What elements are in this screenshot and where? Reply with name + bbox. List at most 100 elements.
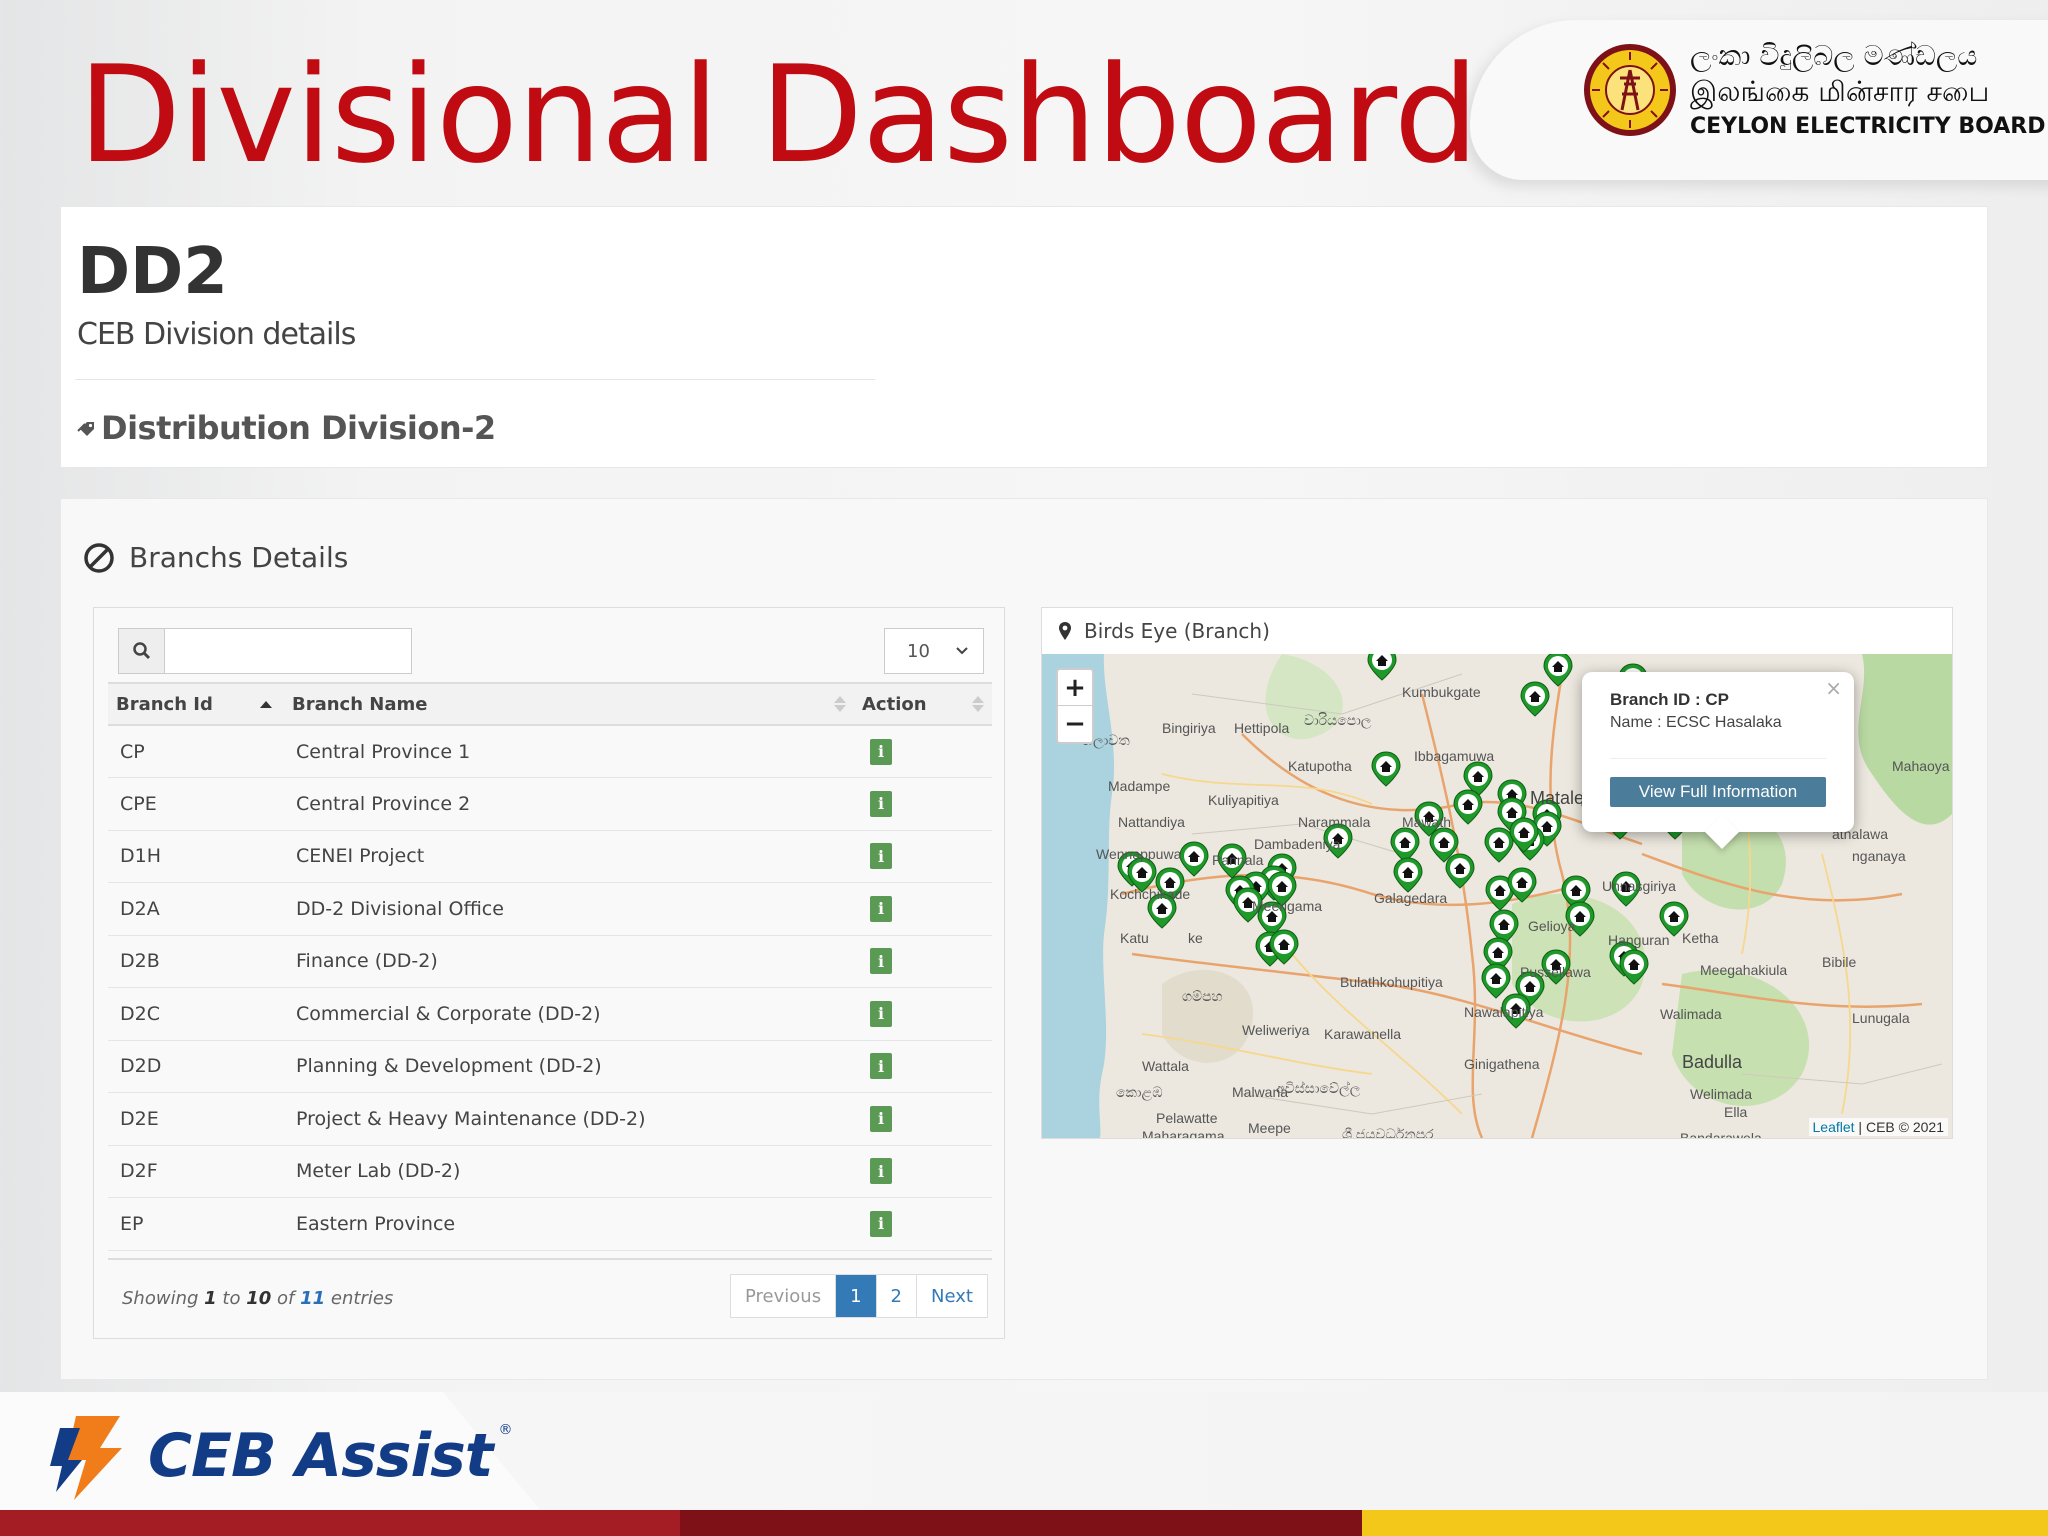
table-header-row: Branch Id Branch Name Action bbox=[108, 682, 992, 726]
info-to: 10 bbox=[246, 1288, 272, 1309]
zoom-out-button[interactable]: − bbox=[1058, 706, 1092, 742]
table-row: D2D Planning & Development (DD-2) i bbox=[108, 1040, 992, 1093]
map-place-label: Bulathkohupitiya bbox=[1340, 974, 1443, 990]
map-place-label: Ella bbox=[1724, 1104, 1748, 1120]
info-prefix: Showing bbox=[122, 1288, 199, 1309]
map-panel: Birds Eye (Branch) Kumbukgate Bingiriya … bbox=[1041, 607, 1953, 1139]
popup-branch-name: Name : ECSC Hasalaka bbox=[1610, 714, 1782, 731]
map-place-label: Bandarawela bbox=[1680, 1130, 1762, 1138]
org-name-english: CEYLON ELECTRICITY BOARD bbox=[1690, 114, 2046, 139]
popup-close-button[interactable]: × bbox=[1825, 676, 1842, 700]
table-info: Showing 1 to 10 of 11 entries bbox=[122, 1288, 393, 1309]
action-cell: i bbox=[854, 935, 992, 988]
table-row: D1H CENEI Project i bbox=[108, 830, 992, 883]
column-label: Branch Name bbox=[292, 693, 428, 715]
map-place-label: Kochchikade bbox=[1110, 886, 1191, 902]
info-button[interactable]: i bbox=[870, 790, 892, 817]
view-full-information-button[interactable]: View Full Information bbox=[1610, 777, 1826, 807]
search-input[interactable] bbox=[164, 628, 412, 674]
branch-name-cell: Meter Lab (DD-2) bbox=[284, 1145, 854, 1198]
map-place-label: Galagedara bbox=[1374, 890, 1448, 906]
column-label: Action bbox=[862, 693, 927, 715]
map-place-label: අවිස්සාවේල්ල bbox=[1276, 1080, 1361, 1096]
map-place-label: Wattala bbox=[1142, 1058, 1189, 1074]
branch-name-cell: Finance (DD-2) bbox=[284, 935, 854, 988]
map-header: Birds Eye (Branch) bbox=[1042, 608, 1952, 654]
leaflet-link[interactable]: Leaflet bbox=[1813, 1119, 1855, 1135]
column-header-branch-id[interactable]: Branch Id bbox=[108, 682, 284, 726]
action-cell: i bbox=[854, 830, 992, 883]
map-place-label: Maharagama bbox=[1142, 1128, 1225, 1138]
info-button[interactable]: i bbox=[870, 738, 892, 765]
map-place-label: Meerigama bbox=[1252, 898, 1323, 914]
page-length-select[interactable]: 10 bbox=[884, 628, 984, 674]
map-place-label: Katupotha bbox=[1288, 758, 1352, 774]
branch-id-cell: D2C bbox=[108, 987, 284, 1041]
branch-id-cell: D2F bbox=[108, 1145, 284, 1198]
next-button[interactable]: Next bbox=[917, 1275, 987, 1317]
slide-title: Divisional Dashboard bbox=[78, 37, 1479, 193]
branch-map[interactable]: Kumbukgate Bingiriya Hettipola වාරියපොල හලාව… bbox=[1042, 654, 1952, 1138]
branch-name-cell: Central Province 1 bbox=[284, 725, 854, 778]
search-group bbox=[118, 628, 412, 674]
map-place-label: Dambadeniya bbox=[1254, 836, 1341, 852]
map-place-label: Wennappuwa bbox=[1096, 846, 1182, 862]
previous-button[interactable]: Previous bbox=[731, 1275, 837, 1317]
map-title: Birds Eye (Branch) bbox=[1084, 619, 1270, 643]
branch-table: Branch Id Branch Name Action CP Central … bbox=[108, 682, 992, 1251]
map-place-label: Bibile bbox=[1822, 954, 1857, 970]
map-place-label: Pelawatte bbox=[1156, 1110, 1218, 1126]
zoom-control: + − bbox=[1056, 668, 1094, 744]
org-name-block: ලංකා විදුලිබල මණ්ඩලය இலங்கை மின்சார சபை … bbox=[1690, 38, 2046, 142]
info-button[interactable]: i bbox=[870, 843, 892, 870]
action-cell: i bbox=[854, 1145, 992, 1198]
info-button[interactable]: i bbox=[870, 1053, 892, 1080]
map-place-label: Ibbagamuwa bbox=[1414, 748, 1495, 764]
info-button[interactable]: i bbox=[870, 948, 892, 975]
branch-id-cell: D2E bbox=[108, 1092, 284, 1146]
page-1-button[interactable]: 1 bbox=[836, 1275, 877, 1317]
slide-header: Divisional Dashboard ලංකා විදුලිබල මණ්ඩල… bbox=[0, 0, 2048, 200]
info-button[interactable]: i bbox=[870, 895, 892, 922]
map-place-label: Meepe bbox=[1248, 1120, 1291, 1136]
zoom-in-button[interactable]: + bbox=[1058, 670, 1092, 706]
division-name-row: Distribution Division-2 bbox=[77, 409, 496, 447]
map-place-label: Badulla bbox=[1682, 1052, 1743, 1072]
pagination: Previous 1 2 Next bbox=[730, 1274, 988, 1318]
info-button[interactable]: i bbox=[870, 1158, 892, 1185]
map-place-label: nganaya bbox=[1852, 848, 1906, 864]
page-length-value: 10 bbox=[907, 640, 930, 662]
map-place-label: ke bbox=[1188, 930, 1203, 946]
info-button[interactable]: i bbox=[870, 1105, 892, 1132]
branch-name-cell: Project & Heavy Maintenance (DD-2) bbox=[284, 1092, 854, 1146]
page-2-button[interactable]: 2 bbox=[877, 1275, 917, 1317]
map-place-label: Pussellawa bbox=[1520, 964, 1591, 980]
map-place-label: Karawanella bbox=[1324, 1026, 1402, 1042]
map-place-label: Nattandiya bbox=[1118, 814, 1185, 830]
map-place-label: Ketha bbox=[1682, 930, 1719, 946]
divider bbox=[75, 379, 875, 380]
table-row: EP Eastern Province i bbox=[108, 1197, 992, 1251]
branches-card: Branchs Details 10 Branch Id Branch Name… bbox=[60, 498, 1988, 1380]
column-header-branch-name[interactable]: Branch Name bbox=[284, 682, 854, 726]
org-name-tamil: இலங்கை மின்சார சபை bbox=[1690, 75, 1990, 108]
map-place-label: Hanguran bbox=[1608, 932, 1670, 948]
table-row: D2A DD-2 Divisional Office i bbox=[108, 882, 992, 936]
branch-name-cell: CENEI Project bbox=[284, 830, 854, 883]
info-button[interactable]: i bbox=[870, 1210, 892, 1237]
map-place-label: Walimada bbox=[1660, 1006, 1722, 1022]
column-header-action[interactable]: Action bbox=[854, 682, 992, 726]
info-button[interactable]: i bbox=[870, 1000, 892, 1027]
division-details-card: DD2 CEB Division details Distribution Di… bbox=[60, 206, 1988, 468]
map-place-label: Welimada bbox=[1690, 1086, 1752, 1102]
table-row: CPE Central Province 2 i bbox=[108, 777, 992, 831]
map-attribution: Leaflet | CEB © 2021 bbox=[1808, 1118, 1948, 1136]
map-place-label: Lunugala bbox=[1852, 1010, 1910, 1026]
action-cell: i bbox=[854, 987, 992, 1041]
table-row: D2B Finance (DD-2) i bbox=[108, 935, 992, 988]
map-place-label: Meegahakiula bbox=[1700, 962, 1788, 978]
branch-popup: × Branch ID : CP Name : ECSC Hasalaka Vi… bbox=[1582, 672, 1854, 849]
info-total: 11 bbox=[300, 1288, 326, 1309]
branch-name-cell: Central Province 2 bbox=[284, 777, 854, 831]
sort-icon bbox=[834, 696, 846, 712]
